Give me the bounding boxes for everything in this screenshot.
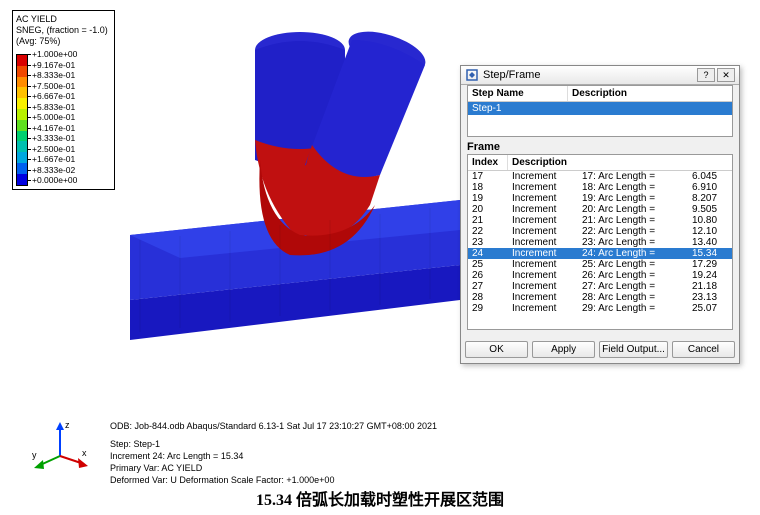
step-row[interactable]: Step-1 (468, 102, 732, 115)
ok-button[interactable]: OK (465, 341, 528, 358)
increment-line: Increment 24: Arc Length = 15.34 (110, 450, 437, 462)
svg-text:x: x (82, 448, 87, 458)
apply-button[interactable]: Apply (532, 341, 595, 358)
frame-row[interactable]: 25Increment25: Arc Length =17.29 (468, 259, 732, 270)
odb-line: ODB: Job-844.odb Abaqus/Standard 6.13-1 … (110, 420, 437, 432)
dialog-icon (465, 68, 479, 82)
step-list[interactable]: Step Name Description Step-1 (467, 85, 733, 137)
step-line: Step: Step-1 (110, 438, 437, 450)
frame-row[interactable]: 24Increment24: Arc Length =15.34 (468, 248, 732, 259)
svg-text:z: z (65, 420, 70, 430)
frame-row[interactable]: 17Increment17: Arc Length =6.045 (468, 171, 732, 182)
frame-list[interactable]: Index Description 17Increment17: Arc Len… (467, 154, 733, 330)
figure-caption: 15.34 倍弧长加载时塑性开展区范围 (0, 486, 760, 510)
frame-row[interactable]: 20Increment20: Arc Length =9.505 (468, 204, 732, 215)
legend-color-bar (16, 54, 28, 186)
dialog-title-text: Step/Frame (483, 69, 540, 81)
primaryvar-line: Primary Var: AC YIELD (110, 462, 437, 474)
help-button[interactable]: ? (697, 68, 715, 82)
frame-col-index: Index (468, 155, 508, 170)
frame-body[interactable]: 17Increment17: Arc Length =6.04518Increm… (468, 171, 732, 316)
cancel-button[interactable]: Cancel (672, 341, 735, 358)
frame-row[interactable]: 26Increment26: Arc Length =19.24 (468, 270, 732, 281)
deformedvar-line: Deformed Var: U Deformation Scale Factor… (110, 474, 437, 486)
step-frame-dialog: Step/Frame ? ✕ Step Name Description Ste… (460, 65, 740, 364)
frame-row[interactable]: 29Increment29: Arc Length =25.07 (468, 303, 732, 314)
step-col-desc: Description (568, 86, 732, 101)
frame-row[interactable]: 28Increment28: Arc Length =23.13 (468, 292, 732, 303)
frame-col-desc: Description (508, 155, 732, 170)
legend-box: AC YIELD SNEG, (fraction = -1.0) (Avg: 7… (12, 10, 115, 190)
frame-row[interactable]: 23Increment23: Arc Length =13.40 (468, 237, 732, 248)
frame-row[interactable]: 19Increment19: Arc Length =8.207 (468, 193, 732, 204)
frame-row[interactable]: 22Increment22: Arc Length =12.10 (468, 226, 732, 237)
coord-triad: z y x (30, 418, 90, 472)
field-output-button[interactable]: Field Output... (599, 341, 668, 358)
step-col-name: Step Name (468, 86, 568, 101)
legend-ticks: +1.000e+00+9.167e-01+8.333e-01+7.500e-01… (28, 49, 77, 186)
frame-section-label: Frame (461, 137, 739, 154)
frame-row[interactable]: 18Increment18: Arc Length =6.910 (468, 182, 732, 193)
close-button[interactable]: ✕ (717, 68, 735, 82)
dialog-titlebar[interactable]: Step/Frame ? ✕ (461, 66, 739, 85)
legend-title: AC YIELD SNEG, (fraction = -1.0) (Avg: 7… (16, 14, 108, 47)
svg-text:y: y (32, 450, 37, 460)
status-block: ODB: Job-844.odb Abaqus/Standard 6.13-1 … (110, 420, 437, 486)
frame-row[interactable]: 21Increment21: Arc Length =10.80 (468, 215, 732, 226)
frame-row[interactable]: 27Increment27: Arc Length =21.18 (468, 281, 732, 292)
